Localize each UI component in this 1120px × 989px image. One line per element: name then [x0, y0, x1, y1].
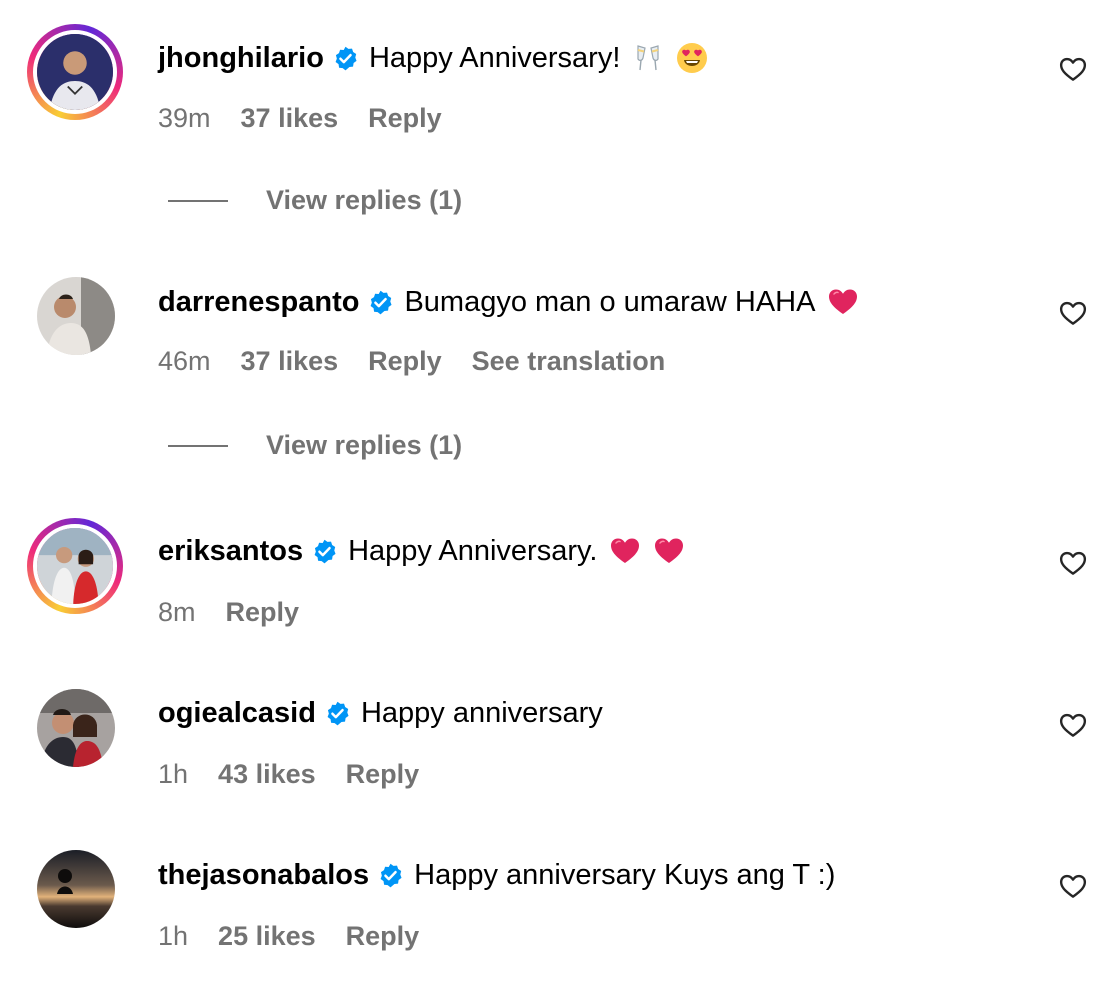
clinking-glasses-emoji: [632, 42, 664, 74]
avatar-image: [37, 850, 115, 928]
view-replies-label[interactable]: View replies (1): [266, 185, 462, 216]
comment-meta: 8m Reply: [158, 595, 329, 629]
heart-outline-icon[interactable]: [1058, 54, 1088, 84]
avatar[interactable]: [37, 277, 115, 355]
username-link[interactable]: eriksantos: [158, 533, 303, 569]
comment-line: darrenespanto Bumagyo man o umaraw HAHA: [158, 284, 859, 320]
red-heart-emoji: [609, 535, 641, 567]
heart-outline-icon[interactable]: [1058, 548, 1088, 578]
comment-text: Bumagyo man o umaraw HAHA: [404, 286, 816, 318]
avatar[interactable]: [37, 850, 115, 928]
red-heart-emoji: [653, 535, 685, 567]
verified-badge-icon: [324, 700, 351, 727]
comment-text: Happy Anniversary.: [348, 535, 598, 567]
likes-count-button[interactable]: 43 likes: [218, 757, 316, 791]
comment-meta: 1h 25 likes Reply: [158, 919, 449, 953]
verified-badge-icon: [332, 45, 359, 72]
comment-meta: 46m 37 likes Reply See translation: [158, 344, 695, 378]
avatar[interactable]: [27, 24, 123, 120]
reply-button[interactable]: Reply: [346, 757, 420, 791]
avatar-image: [37, 277, 115, 355]
comment-line: ogiealcasid Happy anniversary: [158, 695, 603, 731]
reply-button[interactable]: Reply: [368, 101, 442, 135]
comment-meta: 39m 37 likes Reply: [158, 101, 472, 135]
comment-text: Happy anniversary: [360, 697, 603, 729]
replies-divider: [168, 199, 228, 202]
verified-badge-icon: [311, 538, 338, 565]
view-replies-button[interactable]: View replies (1): [168, 430, 462, 461]
comment-timestamp: 46m: [158, 346, 211, 376]
comment-timestamp: 1h: [158, 921, 189, 951]
avatar-image: [37, 689, 115, 767]
comment-line: thejasonabalos Happy anniversary Kuys an…: [158, 857, 835, 893]
heart-outline-icon[interactable]: [1058, 710, 1088, 740]
comment-text: Happy anniversary Kuys ang T :): [414, 859, 836, 891]
replies-divider: [168, 444, 228, 447]
username-link[interactable]: jhonghilario: [158, 40, 324, 76]
red-heart-emoji: [827, 286, 859, 318]
username-link[interactable]: ogiealcasid: [158, 695, 316, 731]
see-translation-button[interactable]: See translation: [472, 344, 666, 378]
heart-eyes-emoji: [676, 42, 708, 74]
reply-button[interactable]: Reply: [368, 344, 442, 378]
verified-badge-icon: [367, 289, 394, 316]
reply-button[interactable]: Reply: [226, 595, 300, 629]
likes-count-button[interactable]: 25 likes: [218, 919, 316, 953]
avatar[interactable]: [37, 689, 115, 767]
username-link[interactable]: thejasonabalos: [158, 857, 369, 893]
avatar-image: [37, 528, 113, 604]
heart-outline-icon[interactable]: [1058, 298, 1088, 328]
view-replies-button[interactable]: View replies (1): [168, 185, 462, 216]
comment-line: jhonghilario Happy Anniversary!: [158, 40, 708, 76]
comment-timestamp: 8m: [158, 597, 196, 627]
avatar-image: [37, 34, 113, 110]
comment-timestamp: 1h: [158, 759, 189, 789]
likes-count-button[interactable]: 37 likes: [241, 344, 339, 378]
avatar[interactable]: [27, 518, 123, 614]
comment-timestamp: 39m: [158, 103, 211, 133]
comment-line: eriksantos Happy Anniversary.: [158, 533, 685, 569]
comment-text: Happy Anniversary!: [368, 42, 621, 74]
heart-outline-icon[interactable]: [1058, 871, 1088, 901]
verified-badge-icon: [377, 862, 404, 889]
comment-meta: 1h 43 likes Reply: [158, 757, 449, 791]
username-link[interactable]: darrenespanto: [158, 284, 359, 320]
likes-count-button[interactable]: 37 likes: [241, 101, 339, 135]
view-replies-label[interactable]: View replies (1): [266, 430, 462, 461]
reply-button[interactable]: Reply: [346, 919, 420, 953]
